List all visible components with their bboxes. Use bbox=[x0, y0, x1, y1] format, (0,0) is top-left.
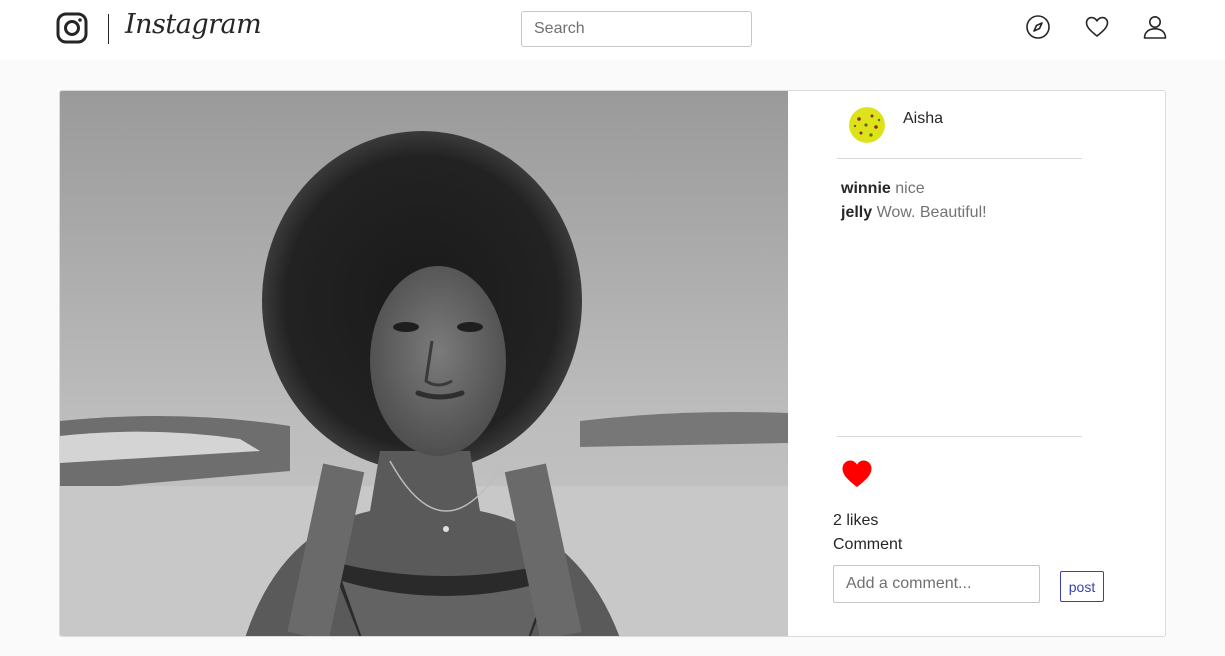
post-comment-button[interactable]: post bbox=[1060, 571, 1104, 602]
comment-author[interactable]: jelly bbox=[841, 204, 872, 221]
author-avatar[interactable] bbox=[849, 107, 885, 143]
comment-item: jelly Wow. Beautiful! bbox=[841, 201, 987, 225]
likes-count: 2 likes bbox=[833, 512, 879, 529]
instagram-logo-icon[interactable] bbox=[56, 12, 88, 44]
comment-text: nice bbox=[895, 180, 925, 197]
logo-divider bbox=[108, 14, 109, 44]
post-author-username[interactable]: Aisha bbox=[903, 110, 943, 128]
comment-label: Comment bbox=[833, 536, 903, 553]
heart-icon[interactable] bbox=[1084, 14, 1110, 40]
post-card: Aisha winnie nice jelly Wow. Beautiful! … bbox=[59, 90, 1166, 637]
instagram-wordmark[interactable]: Instagram bbox=[125, 9, 262, 40]
comment-text: Wow. Beautiful! bbox=[876, 204, 987, 221]
compass-icon[interactable] bbox=[1025, 14, 1051, 40]
comment-item: winnie nice bbox=[841, 177, 987, 201]
divider bbox=[837, 436, 1082, 437]
add-comment-input[interactable] bbox=[833, 565, 1040, 603]
post-photo[interactable] bbox=[60, 91, 788, 637]
comment-author[interactable]: winnie bbox=[841, 180, 891, 197]
top-navigation-bar: Instagram bbox=[0, 0, 1225, 60]
comment-list: winnie nice jelly Wow. Beautiful! bbox=[841, 177, 987, 225]
post-sidebar: Aisha winnie nice jelly Wow. Beautiful! … bbox=[788, 91, 1165, 636]
search-input[interactable] bbox=[521, 11, 752, 47]
user-icon[interactable] bbox=[1142, 14, 1168, 40]
divider bbox=[837, 158, 1082, 159]
heart-filled-icon[interactable] bbox=[841, 459, 873, 489]
